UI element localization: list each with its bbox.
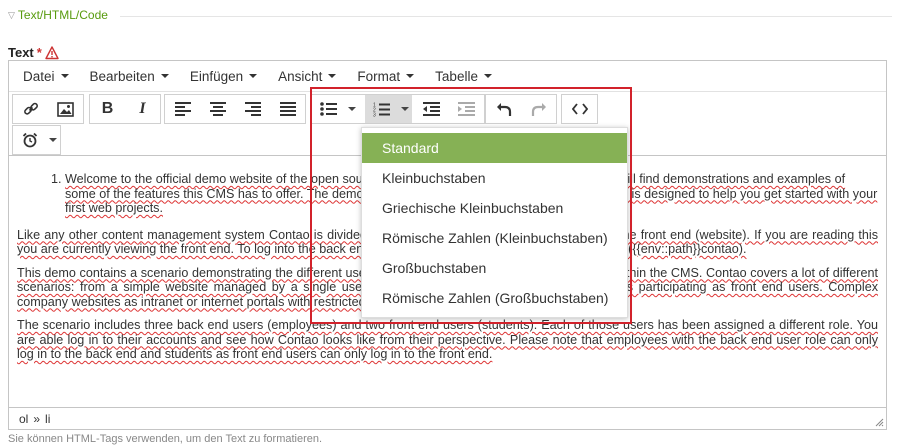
paragraph: The scenario includes three back end use… — [17, 318, 878, 362]
menu-bearbeiten[interactable]: Bearbeiten — [80, 69, 180, 84]
editor-menubar: Datei Bearbeiten Einfügen Ansicht Format… — [9, 61, 886, 92]
toolbar-group-history — [485, 94, 557, 124]
list-style-option-lower-greek[interactable]: Griechische Kleinbuchstaben — [362, 193, 627, 223]
numbered-list-icon: 123 — [373, 102, 390, 117]
path-separator: » — [33, 411, 41, 426]
chevron-down-icon — [60, 74, 69, 78]
align-right-button[interactable] — [235, 95, 270, 123]
required-mark: * — [36, 45, 42, 60]
bullet-list-dropdown[interactable] — [345, 95, 359, 123]
toolbar-group-datetime — [12, 125, 61, 155]
paragraph-text: The scenario includes three back end use… — [17, 318, 878, 361]
menu-ansicht[interactable]: Ansicht — [268, 69, 347, 84]
bold-button[interactable]: B — [90, 95, 125, 123]
align-justify-icon — [279, 102, 296, 116]
datetime-dropdown[interactable] — [46, 126, 60, 154]
clock-icon — [22, 132, 37, 148]
align-right-icon — [244, 102, 261, 116]
numbered-list-dropdown[interactable] — [398, 95, 412, 123]
chevron-down-icon — [249, 74, 258, 78]
svg-text:3: 3 — [373, 112, 376, 117]
numbered-list-button[interactable]: 123 — [365, 95, 398, 123]
indent-button[interactable] — [449, 95, 484, 123]
toolbar-group-source — [561, 94, 598, 124]
menu-label: Einfügen — [189, 68, 244, 84]
warning-icon — [45, 45, 59, 59]
chevron-down-icon — [483, 74, 492, 78]
path-element-li[interactable]: li — [45, 412, 50, 426]
path-element-ol[interactable]: ol — [19, 412, 28, 426]
list-style-option-lower-roman[interactable]: Römische Zahlen (Kleinbuchstaben) — [362, 223, 627, 253]
undo-button[interactable] — [486, 95, 521, 123]
editor-statusbar: ol » li — [9, 407, 886, 429]
align-left-icon — [174, 102, 191, 116]
list-style-option-upper-alpha[interactable]: Großbuchstaben — [362, 253, 627, 283]
menu-tabelle[interactable]: Tabelle — [425, 69, 503, 84]
chevron-down-icon — [406, 74, 415, 78]
menu-einfuegen[interactable]: Einfügen — [180, 69, 268, 84]
insert-image-button[interactable] — [48, 95, 83, 123]
toolbar-group-format: B I — [89, 94, 161, 124]
italic-icon: I — [139, 100, 146, 117]
link-icon — [23, 102, 38, 115]
align-center-button[interactable] — [200, 95, 235, 123]
collapse-triangle-icon: ▽ — [8, 9, 15, 20]
image-icon — [57, 101, 74, 117]
chevron-down-icon — [348, 107, 356, 111]
toolbar-group-align — [164, 94, 306, 124]
insert-link-button[interactable] — [13, 95, 48, 123]
menu-label: Ansicht — [278, 68, 323, 84]
list-style-option-standard[interactable]: Standard — [362, 133, 627, 163]
bold-icon: B — [101, 100, 114, 117]
align-center-icon — [209, 102, 226, 116]
chevron-down-icon — [160, 74, 169, 78]
outdent-icon — [423, 102, 440, 116]
field-label-text: Text — [8, 45, 34, 60]
menu-label: Format — [357, 68, 401, 84]
menu-label: Datei — [23, 68, 55, 84]
undo-icon — [496, 102, 511, 116]
outdent-button[interactable] — [414, 95, 449, 123]
text-field-label: Text * — [8, 45, 59, 60]
redo-button[interactable] — [521, 95, 556, 123]
align-left-button[interactable] — [165, 95, 200, 123]
list-style-options: Standard Kleinbuchstaben Griechische Kle… — [362, 133, 627, 313]
list-style-option-lower-alpha[interactable]: Kleinbuchstaben — [362, 163, 627, 193]
toolbar-group-lists: 123 — [311, 94, 485, 124]
insert-datetime-button[interactable] — [13, 126, 46, 154]
menu-format[interactable]: Format — [347, 69, 425, 84]
italic-button[interactable]: I — [125, 95, 160, 123]
redo-icon — [531, 102, 546, 116]
fieldset-divider — [120, 16, 892, 17]
toolbar-group-insert — [12, 94, 84, 124]
bullet-list-icon — [320, 102, 337, 116]
menu-label: Bearbeiten — [89, 68, 155, 84]
list-style-option-upper-roman[interactable]: Römische Zahlen (Großbuchstaben) — [362, 283, 627, 313]
chevron-down-icon — [49, 138, 57, 142]
chevron-down-icon — [401, 107, 409, 111]
menu-datei[interactable]: Datei — [13, 69, 80, 84]
field-help-text: Sie können HTML-Tags verwenden, um den T… — [8, 433, 323, 445]
bullet-list-button[interactable] — [312, 95, 345, 123]
fieldset-legend-label: Text/HTML/Code — [17, 8, 108, 22]
chevron-down-icon — [328, 74, 337, 78]
indent-icon — [458, 102, 475, 116]
fieldset-legend[interactable]: ▽ Text/HTML/Code — [8, 8, 108, 22]
resize-handle-icon[interactable] — [874, 417, 884, 427]
menu-label: Tabelle — [435, 68, 478, 84]
source-code-icon — [571, 103, 588, 115]
align-justify-button[interactable] — [270, 95, 305, 123]
list-style-dropdown-menu: Standard Kleinbuchstaben Griechische Kle… — [361, 127, 628, 318]
source-code-button[interactable] — [562, 95, 597, 123]
